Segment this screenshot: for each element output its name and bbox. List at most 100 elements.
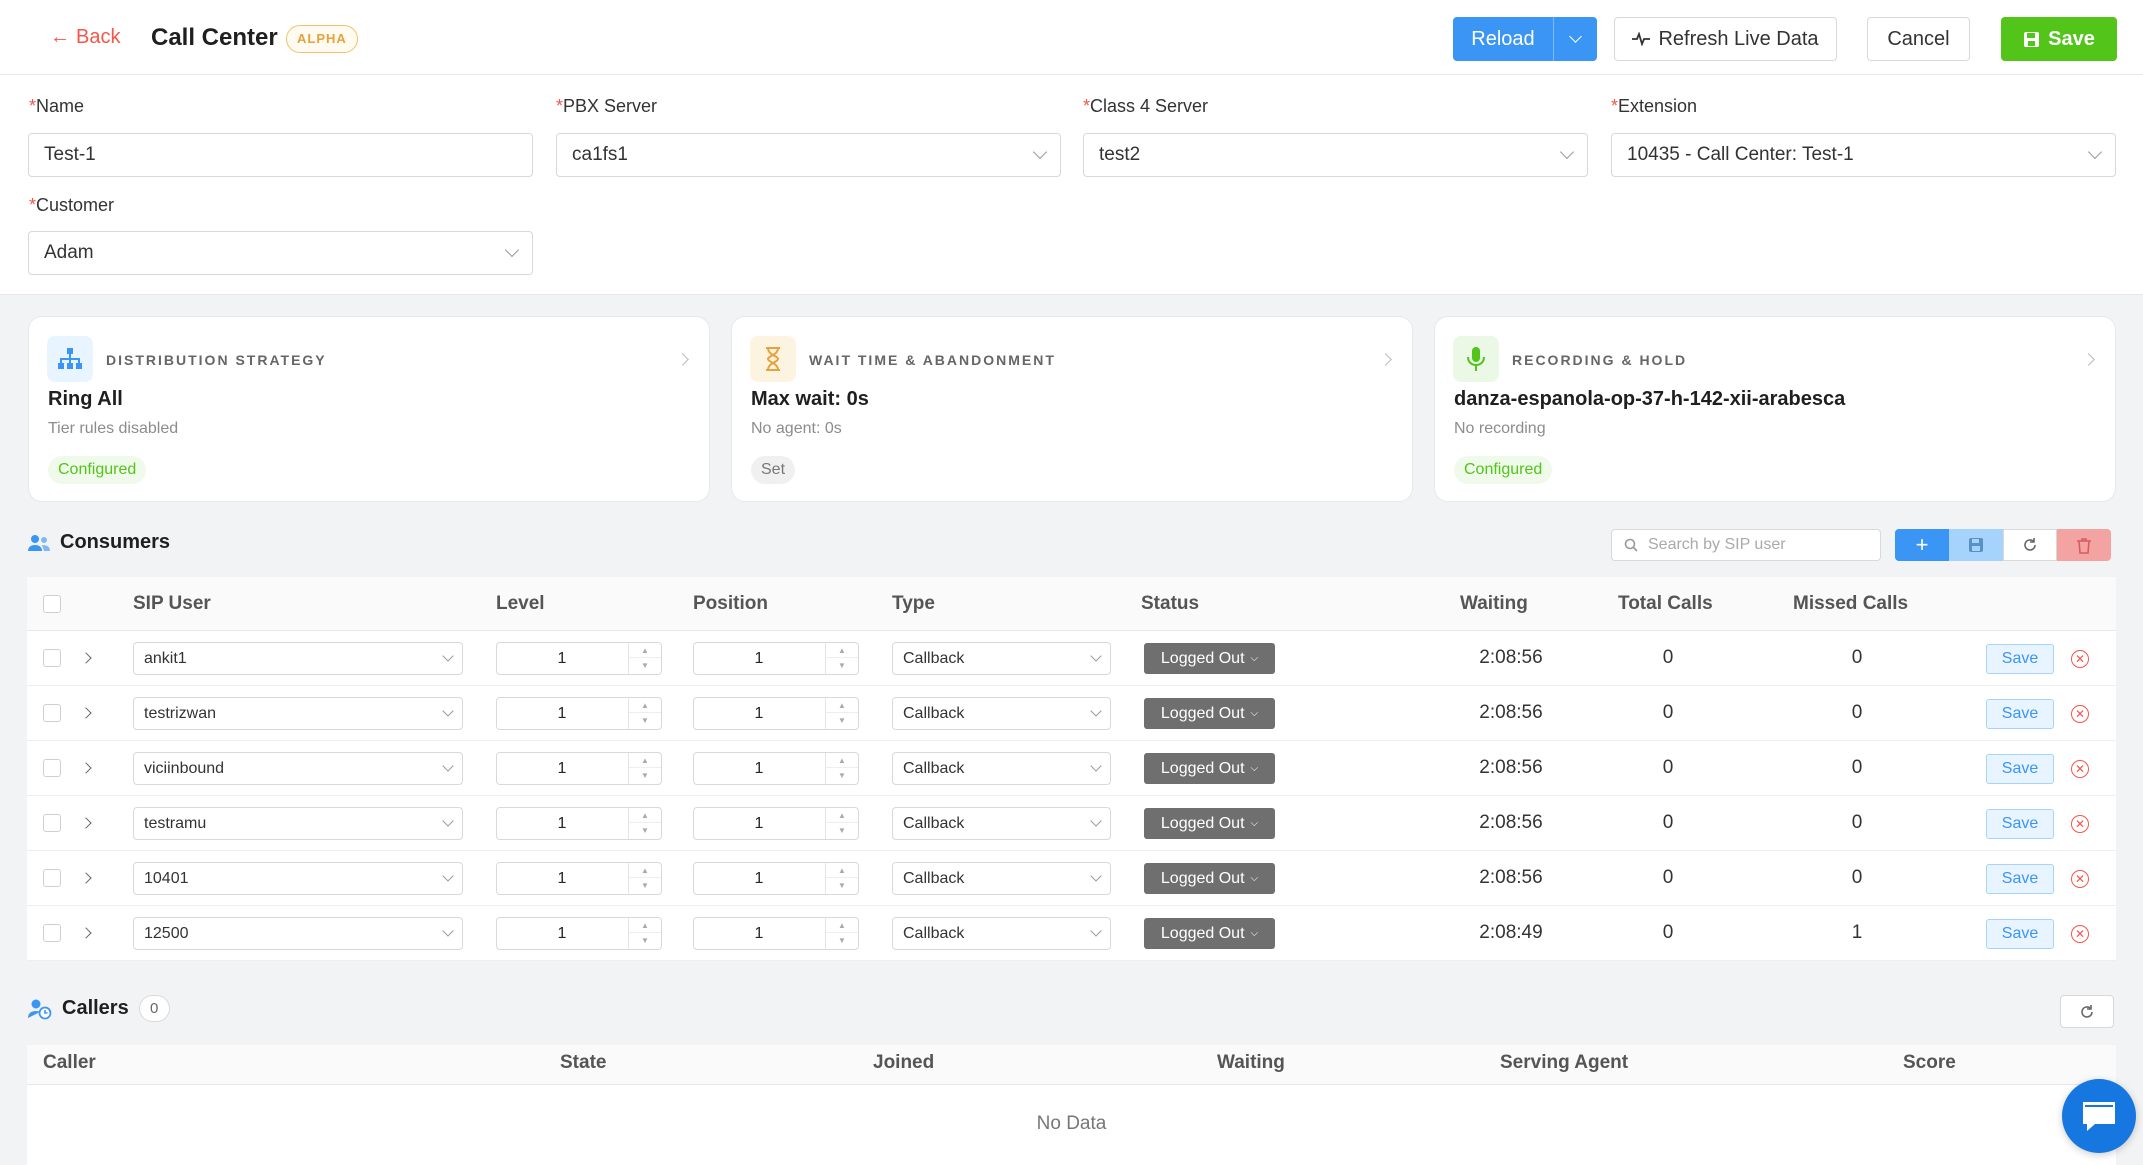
remove-row-icon[interactable]: ✕	[2071, 870, 2089, 888]
level-stepper[interactable]: 1 ▲ ▼	[496, 752, 662, 785]
type-select[interactable]: Callback	[892, 807, 1111, 840]
refresh-consumers-button[interactable]	[2003, 529, 2057, 561]
status-dropdown[interactable]: Logged Out ⌵	[1144, 863, 1275, 894]
caret-down-icon[interactable]: ▼	[826, 658, 858, 673]
caret-up-icon[interactable]: ▲	[629, 863, 661, 878]
spinner[interactable]: ▲ ▼	[825, 863, 858, 894]
column-header[interactable]: State	[560, 1052, 606, 1074]
column-header[interactable]: Score	[1903, 1052, 1956, 1074]
type-select[interactable]: Callback	[892, 752, 1111, 785]
column-header[interactable]: SIP User	[133, 593, 211, 615]
position-stepper[interactable]: 1 ▲ ▼	[693, 862, 859, 895]
level-stepper[interactable]: 1 ▲ ▼	[496, 807, 662, 840]
position-stepper[interactable]: 1 ▲ ▼	[693, 642, 859, 675]
search-input[interactable]: Search by SIP user	[1611, 529, 1881, 561]
caret-down-icon[interactable]: ▼	[629, 878, 661, 893]
row-checkbox[interactable]	[43, 869, 61, 887]
row-checkbox[interactable]	[43, 924, 61, 942]
status-dropdown[interactable]: Logged Out ⌵	[1144, 698, 1275, 729]
caret-down-icon[interactable]: ▼	[629, 658, 661, 673]
column-header[interactable]: Serving Agent	[1500, 1052, 1628, 1074]
sip-user-select[interactable]: testrizwan	[133, 697, 463, 730]
column-header[interactable]: Caller	[43, 1052, 96, 1074]
chevron-right-icon[interactable]	[80, 872, 92, 884]
distribution-strategy-card[interactable]: DISTRIBUTION STRATEGY Ring All Tier rule…	[28, 316, 710, 502]
sip-user-select[interactable]: testramu	[133, 807, 463, 840]
spinner[interactable]: ▲ ▼	[628, 863, 661, 894]
sip-user-select[interactable]: ankit1	[133, 642, 463, 675]
column-header[interactable]: Joined	[873, 1052, 934, 1074]
row-save-button[interactable]: Save	[1986, 754, 2054, 784]
status-dropdown[interactable]: Logged Out ⌵	[1144, 808, 1275, 839]
reload-button[interactable]: Reload	[1453, 17, 1553, 61]
cancel-button[interactable]: Cancel	[1867, 17, 1970, 61]
caret-down-icon[interactable]: ▼	[826, 823, 858, 838]
remove-row-icon[interactable]: ✕	[2071, 705, 2089, 723]
type-select[interactable]: Callback	[892, 697, 1111, 730]
caret-up-icon[interactable]: ▲	[629, 753, 661, 768]
row-save-button[interactable]: Save	[1986, 644, 2054, 674]
chevron-right-icon[interactable]	[80, 817, 92, 829]
caret-down-icon[interactable]: ▼	[826, 933, 858, 948]
name-field[interactable]: Test-1	[28, 133, 533, 177]
caret-up-icon[interactable]: ▲	[826, 753, 858, 768]
refresh-live-data-button[interactable]: Refresh Live Data	[1614, 17, 1837, 61]
caret-up-icon[interactable]: ▲	[629, 643, 661, 658]
level-stepper[interactable]: 1 ▲ ▼	[496, 862, 662, 895]
spinner[interactable]: ▲ ▼	[628, 698, 661, 729]
caret-up-icon[interactable]: ▲	[629, 698, 661, 713]
chat-support-button[interactable]	[2062, 1079, 2136, 1153]
reload-dropdown-button[interactable]	[1553, 17, 1597, 61]
caret-down-icon[interactable]: ▼	[826, 768, 858, 783]
caret-down-icon[interactable]: ▼	[826, 878, 858, 893]
caret-down-icon[interactable]: ▼	[629, 933, 661, 948]
row-checkbox[interactable]	[43, 814, 61, 832]
caret-up-icon[interactable]: ▲	[826, 808, 858, 823]
save-all-button[interactable]	[1949, 529, 2003, 561]
add-consumer-button[interactable]: +	[1895, 529, 1949, 561]
column-header[interactable]: Type	[892, 593, 935, 615]
spinner[interactable]: ▲ ▼	[825, 753, 858, 784]
caret-down-icon[interactable]: ▼	[826, 713, 858, 728]
status-dropdown[interactable]: Logged Out ⌵	[1144, 643, 1275, 674]
row-save-button[interactable]: Save	[1986, 919, 2054, 949]
refresh-callers-button[interactable]	[2060, 995, 2114, 1028]
caret-up-icon[interactable]: ▲	[826, 698, 858, 713]
position-stepper[interactable]: 1 ▲ ▼	[693, 917, 859, 950]
caret-up-icon[interactable]: ▲	[826, 643, 858, 658]
row-save-button[interactable]: Save	[1986, 864, 2054, 894]
type-select[interactable]: Callback	[892, 862, 1111, 895]
column-header[interactable]: Status	[1141, 593, 1199, 615]
spinner[interactable]: ▲ ▼	[628, 918, 661, 949]
spinner[interactable]: ▲ ▼	[628, 753, 661, 784]
type-select[interactable]: Callback	[892, 917, 1111, 950]
spinner[interactable]: ▲ ▼	[825, 808, 858, 839]
spinner[interactable]: ▲ ▼	[628, 643, 661, 674]
spinner[interactable]: ▲ ▼	[628, 808, 661, 839]
save-button[interactable]: Save	[2001, 17, 2117, 61]
recording-hold-card[interactable]: RECORDING & HOLD danza-espanola-op-37-h-…	[1434, 316, 2116, 502]
remove-row-icon[interactable]: ✕	[2071, 925, 2089, 943]
position-stepper[interactable]: 1 ▲ ▼	[693, 807, 859, 840]
sip-user-select[interactable]: 12500	[133, 917, 463, 950]
row-save-button[interactable]: Save	[1986, 809, 2054, 839]
caret-down-icon[interactable]: ▼	[629, 823, 661, 838]
column-header[interactable]: Waiting	[1460, 593, 1528, 615]
row-checkbox[interactable]	[43, 704, 61, 722]
status-dropdown[interactable]: Logged Out ⌵	[1144, 918, 1275, 949]
column-header[interactable]: Level	[496, 593, 545, 615]
row-checkbox[interactable]	[43, 759, 61, 777]
position-stepper[interactable]: 1 ▲ ▼	[693, 752, 859, 785]
type-select[interactable]: Callback	[892, 642, 1111, 675]
chevron-right-icon[interactable]	[80, 927, 92, 939]
pbx-server-select[interactable]: ca1fs1	[556, 133, 1061, 177]
customer-select[interactable]: Adam	[28, 231, 533, 275]
class4-server-select[interactable]: test2	[1083, 133, 1588, 177]
level-stepper[interactable]: 1 ▲ ▼	[496, 642, 662, 675]
caret-down-icon[interactable]: ▼	[629, 713, 661, 728]
chevron-right-icon[interactable]	[80, 762, 92, 774]
select-all-checkbox[interactable]	[43, 595, 61, 613]
caret-up-icon[interactable]: ▲	[826, 863, 858, 878]
level-stepper[interactable]: 1 ▲ ▼	[496, 917, 662, 950]
back-link[interactable]: ← Back	[50, 26, 120, 49]
